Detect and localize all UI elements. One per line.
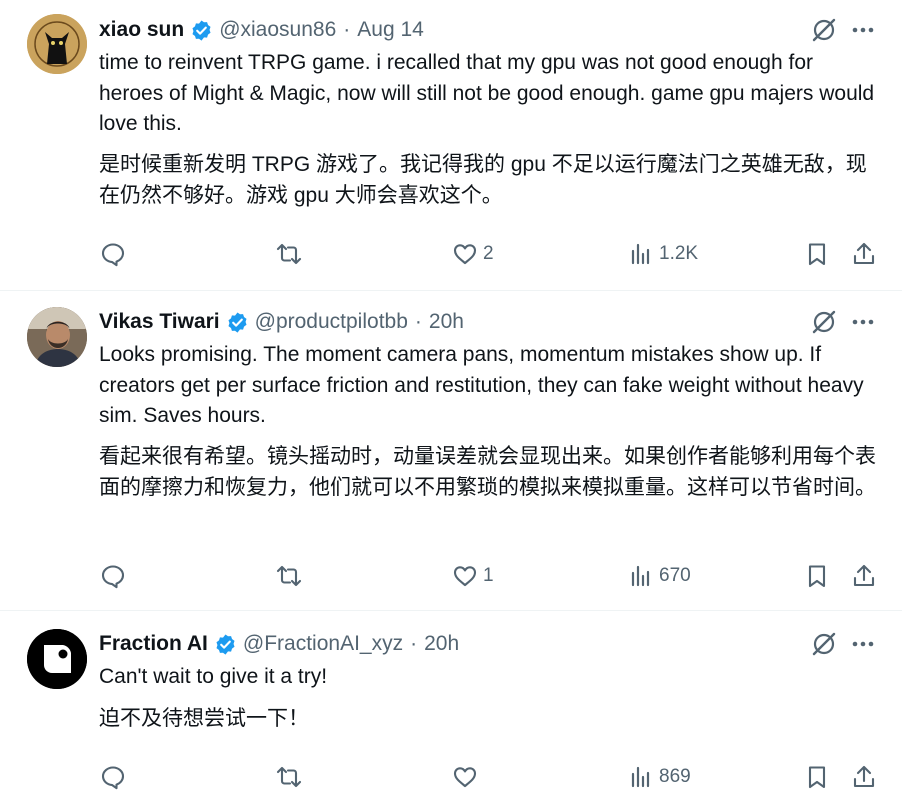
more-options-icon[interactable] xyxy=(850,17,876,43)
views-button[interactable]: 869 xyxy=(628,764,691,790)
grok-icon[interactable] xyxy=(810,630,838,658)
like-count: 2 xyxy=(483,243,494,264)
like-button[interactable]: 2 xyxy=(452,241,494,267)
verified-badge-icon xyxy=(226,311,249,334)
repost-button[interactable] xyxy=(276,563,302,589)
tweet[interactable]: Vikas Tiwari @productpilotbb · 20h Looks… xyxy=(0,291,902,611)
tweet-translation: 迫不及待想尝试一下！ xyxy=(99,707,309,730)
tweet[interactable]: xiao sun @xiaosun86 · Aug 14 time to rei… xyxy=(0,0,902,291)
author-name[interactable]: Vikas Tiwari xyxy=(99,310,220,334)
tweet-header: xiao sun @xiaosun86 · Aug 14 xyxy=(99,15,424,45)
verified-badge-icon xyxy=(190,19,213,42)
bookmark-button[interactable] xyxy=(804,563,830,589)
reply-icon xyxy=(101,565,125,589)
reply-button[interactable] xyxy=(100,563,126,589)
author-name[interactable]: Fraction AI xyxy=(99,632,208,656)
heart-icon xyxy=(453,566,477,587)
reply-icon xyxy=(101,243,125,267)
person-avatar-icon xyxy=(27,307,87,367)
share-icon xyxy=(853,765,875,788)
like-button[interactable]: 1 xyxy=(452,563,494,589)
tweet-translation: 看起来很有希望。镜头摇动时，动量误差就会显现出来。如果创作者能够利用每个表面的摩… xyxy=(99,445,876,499)
timestamp[interactable]: Aug 14 xyxy=(357,18,424,42)
share-icon xyxy=(853,564,875,587)
tweet-actions: 869 xyxy=(0,764,902,794)
tweet-actions: 2 1.2K xyxy=(0,241,902,271)
avatar[interactable] xyxy=(27,629,87,689)
share-button[interactable] xyxy=(851,563,877,589)
tweet[interactable]: Fraction AI @FractionAI_xyz · 20h Can't … xyxy=(0,611,902,807)
author-handle[interactable]: @productpilotbb xyxy=(255,310,408,334)
bookmark-button[interactable] xyxy=(804,764,830,790)
view-count: 869 xyxy=(659,766,691,787)
separator-dot: · xyxy=(343,18,351,41)
views-button[interactable]: 1.2K xyxy=(628,241,698,267)
separator-dot: · xyxy=(410,632,418,655)
separator-dot: · xyxy=(414,310,422,333)
analytics-icon xyxy=(631,565,650,587)
views-button[interactable]: 670 xyxy=(628,563,691,589)
black-cat-avatar-icon xyxy=(27,14,87,74)
like-count: 1 xyxy=(483,565,494,586)
tweet-text: Can't wait to give it a try! xyxy=(99,665,328,688)
repost-button[interactable] xyxy=(276,764,302,790)
heart-icon xyxy=(453,244,477,265)
share-button[interactable] xyxy=(851,241,877,267)
repost-icon xyxy=(276,766,302,788)
repost-button[interactable] xyxy=(276,241,302,267)
share-button[interactable] xyxy=(851,764,877,790)
analytics-icon xyxy=(631,243,650,265)
bookmark-button[interactable] xyxy=(804,241,830,267)
tweet-translation: 是时候重新发明 TRPG 游戏了。我记得我的 gpu 不足以运行魔法门之英雄无敌… xyxy=(99,153,867,207)
author-handle[interactable]: @xiaosun86 xyxy=(219,18,336,42)
avatar[interactable] xyxy=(27,14,87,74)
view-count: 1.2K xyxy=(659,243,699,264)
tweet-header: Vikas Tiwari @productpilotbb · 20h xyxy=(99,307,464,337)
bookmark-icon xyxy=(808,565,826,588)
timestamp[interactable]: 20h xyxy=(429,310,464,334)
grok-icon[interactable] xyxy=(810,308,838,336)
reply-icon xyxy=(101,766,125,790)
bookmark-icon xyxy=(808,766,826,789)
analytics-icon xyxy=(631,766,650,788)
tweet-text: time to reinvent TRPG game. i recalled t… xyxy=(99,51,875,135)
timestamp[interactable]: 20h xyxy=(424,632,459,656)
tweet-header: Fraction AI @FractionAI_xyz · 20h xyxy=(99,629,459,659)
like-button[interactable] xyxy=(452,764,478,790)
reply-button[interactable] xyxy=(100,241,126,267)
view-count: 670 xyxy=(659,565,691,586)
repost-icon xyxy=(276,565,302,587)
more-options-icon[interactable] xyxy=(850,631,876,657)
more-options-icon[interactable] xyxy=(850,309,876,335)
bookmark-icon xyxy=(808,243,826,266)
grok-icon[interactable] xyxy=(810,16,838,44)
fraction-ai-logo-icon xyxy=(27,629,87,689)
tweet-text: Looks promising. The moment camera pans,… xyxy=(99,343,864,427)
share-icon xyxy=(853,242,875,265)
verified-badge-icon xyxy=(214,633,237,656)
author-name[interactable]: xiao sun xyxy=(99,18,184,42)
author-handle[interactable]: @FractionAI_xyz xyxy=(243,632,403,656)
tweet-actions: 1 670 xyxy=(0,563,902,593)
heart-icon xyxy=(453,767,477,788)
avatar[interactable] xyxy=(27,307,87,367)
reply-button[interactable] xyxy=(100,764,126,790)
repost-icon xyxy=(276,243,302,265)
